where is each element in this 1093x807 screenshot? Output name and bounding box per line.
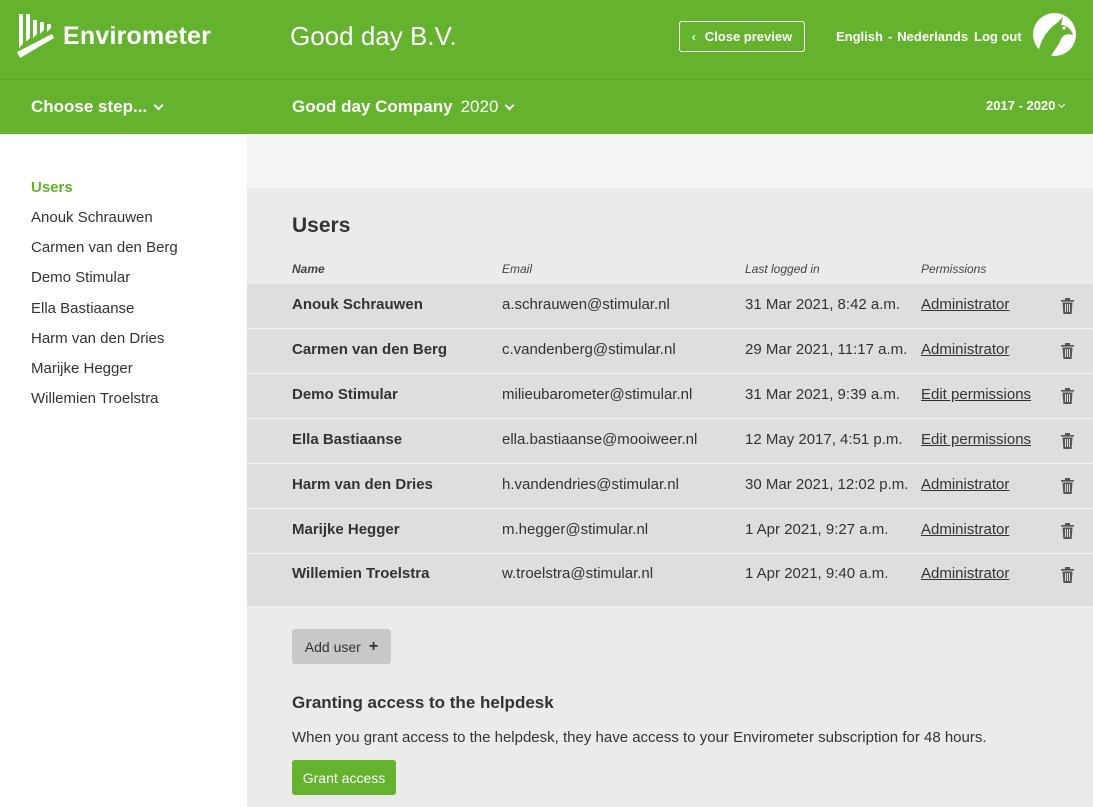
sidebar: Users Anouk Schrauwen Carmen van den Ber… [0, 134, 247, 807]
logout-link[interactable]: Log out [974, 29, 1022, 44]
trash-icon[interactable] [1061, 478, 1074, 494]
sidebar-item-users[interactable]: Users [31, 179, 73, 196]
table-row: Harm van den Dries h.vandendries@stimula… [247, 464, 1093, 509]
company-year-dropdown[interactable]: Good day Company 2020 [292, 97, 515, 117]
trash-icon[interactable] [1061, 298, 1074, 314]
choose-step-dropdown[interactable]: Choose step... [31, 97, 164, 117]
user-email: w.troelstra@stimular.nl [502, 565, 654, 582]
sidebar-item-user[interactable]: Demo Stimular [31, 269, 130, 286]
trash-icon[interactable] [1061, 567, 1074, 583]
company-year: 2020 [460, 97, 499, 116]
chevron-down-icon [1058, 100, 1066, 108]
company-name: Good day Company [292, 97, 453, 116]
user-email: a.schrauwen@stimular.nl [502, 296, 670, 313]
language-english-link[interactable]: English [836, 29, 883, 44]
user-name: Ella Bastiaanse [292, 431, 403, 448]
trash-icon[interactable] [1061, 343, 1074, 359]
user-name: Demo Stimular [292, 386, 398, 403]
step-navigation-bar: Choose step... Good day Company 2020 201… [0, 79, 1093, 134]
language-dutch-link[interactable]: Nederlands [897, 29, 968, 44]
table-row: Willemien Troelstra w.troelstra@stimular… [247, 554, 1093, 606]
helpdesk-section-title: Granting access to the helpdesk [292, 693, 554, 712]
chevron-left-icon: ‹ [691, 29, 696, 44]
column-header-last-logged-in: Last logged in [745, 262, 820, 276]
chevron-down-icon [504, 100, 515, 110]
language-switcher: English - Nederlands [836, 29, 968, 44]
period-label: 2017 - 2020 [986, 98, 1056, 113]
user-name: Marijke Hegger [292, 521, 400, 538]
user-email: ella.bastiaanse@mooiweer.nl [502, 431, 698, 448]
user-last-login: 31 Mar 2021, 9:39 a.m. [745, 386, 901, 403]
close-preview-button[interactable]: ‹ Close preview [679, 21, 805, 52]
user-email: h.vandendries@stimular.nl [502, 476, 679, 493]
table-row: Anouk Schrauwen a.schrauwen@stimular.nl … [247, 284, 1093, 329]
sidebar-item-user[interactable]: Marijke Hegger [31, 360, 133, 377]
user-name: Harm van den Dries [292, 476, 433, 493]
add-user-label: Add user [304, 638, 361, 655]
chevron-down-icon [153, 100, 164, 110]
user-name: Carmen van den Berg [292, 341, 448, 358]
sidebar-item-user[interactable]: Harm van den Dries [31, 330, 164, 347]
user-permissions-link[interactable]: Edit permissions [921, 386, 1031, 403]
user-last-login: 30 Mar 2021, 12:02 p.m. [745, 476, 909, 493]
close-preview-label: Close preview [704, 29, 793, 44]
column-header-name: Name [292, 262, 325, 276]
user-permissions-link[interactable]: Edit permissions [921, 431, 1031, 448]
user-permissions-link[interactable]: Administrator [921, 296, 1009, 313]
table-row: Carmen van den Berg c.vandenberg@stimula… [247, 329, 1093, 374]
user-permissions-link[interactable]: Administrator [921, 565, 1009, 582]
user-email: m.hegger@stimular.nl [502, 521, 649, 538]
sidebar-item-user[interactable]: Willemien Troelstra [31, 390, 159, 407]
user-name: Anouk Schrauwen [292, 296, 423, 313]
user-email: c.vandenberg@stimular.nl [502, 341, 676, 358]
plus-icon: + [368, 637, 379, 655]
user-permissions-link[interactable]: Administrator [921, 521, 1009, 538]
grant-access-button[interactable]: Grant access [292, 760, 396, 795]
sidebar-item-user[interactable]: Anouk Schrauwen [31, 209, 153, 226]
sidebar-item-user[interactable]: Ella Bastiaanse [31, 300, 134, 317]
bird-avatar-icon [1039, 17, 1073, 56]
table-row: Marijke Hegger m.hegger@stimular.nl 1 Ap… [247, 509, 1093, 554]
choose-step-label: Choose step... [31, 97, 148, 116]
user-last-login: 1 Apr 2021, 9:40 a.m. [745, 565, 889, 582]
brand-name[interactable]: Envirometer [63, 22, 211, 51]
user-name: Willemien Troelstra [292, 565, 430, 582]
trash-icon[interactable] [1061, 388, 1074, 404]
user-last-login: 29 Mar 2021, 11:17 a.m. [745, 341, 908, 358]
table-row: Ella Bastiaanse ella.bastiaanse@mooiweer… [247, 419, 1093, 464]
helpdesk-description: When you grant access to the helpdesk, t… [292, 729, 987, 746]
user-permissions-link[interactable]: Administrator [921, 476, 1009, 493]
table-row: Demo Stimular milieubarometer@stimular.n… [247, 374, 1093, 419]
avatar[interactable] [1033, 13, 1076, 56]
main-content: Users Name Email Last logged in Permissi… [247, 188, 1093, 807]
column-header-permissions: Permissions [921, 262, 987, 276]
period-dropdown[interactable]: 2017 - 2020 [986, 98, 1066, 113]
add-user-button[interactable]: Add user + [292, 629, 391, 664]
column-header-email: Email [502, 262, 533, 276]
sidebar-item-user[interactable]: Carmen van den Berg [31, 239, 178, 256]
language-separator: - [887, 29, 893, 44]
company-title: Good day B.V. [290, 21, 457, 51]
top-header: Envirometer Good day B.V. ‹ Close previe… [0, 0, 1093, 79]
main-top-band [247, 134, 1093, 188]
trash-icon[interactable] [1061, 523, 1074, 539]
user-permissions-link[interactable]: Administrator [921, 341, 1009, 358]
page-title: Users [292, 214, 351, 237]
user-last-login: 31 Mar 2021, 8:42 a.m. [745, 296, 901, 313]
envirometer-logo-icon[interactable] [16, 12, 56, 60]
user-last-login: 12 May 2017, 4:51 p.m. [745, 431, 903, 448]
user-last-login: 1 Apr 2021, 9:27 a.m. [745, 521, 889, 538]
trash-icon[interactable] [1061, 433, 1074, 449]
user-email: milieubarometer@stimular.nl [502, 386, 693, 403]
